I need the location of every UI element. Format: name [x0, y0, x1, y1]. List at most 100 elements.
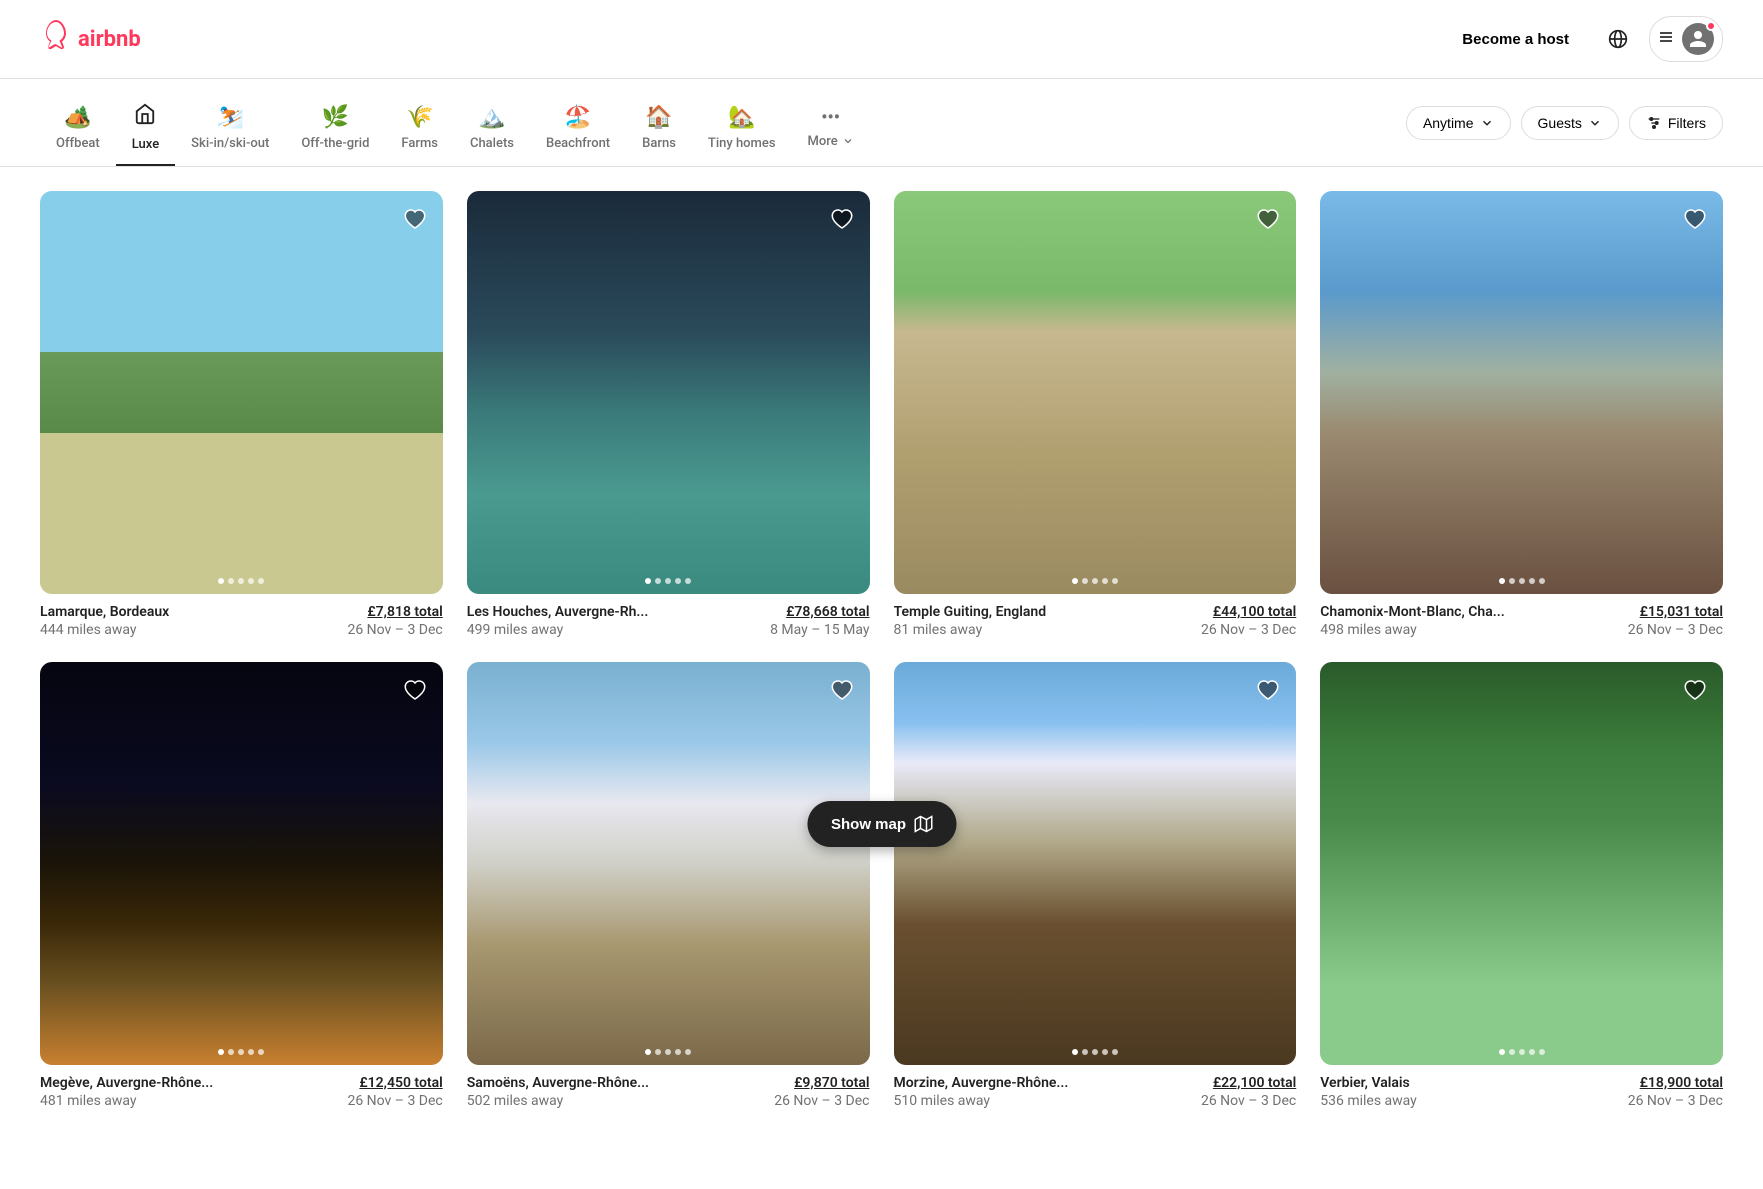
category-barns[interactable]: 🏠 Barns	[626, 93, 692, 165]
listing-distance: 499 miles away	[467, 622, 564, 638]
barns-icon: 🏠	[645, 105, 672, 130]
listing-price: £7,818 total	[367, 604, 442, 620]
become-host-button[interactable]: Become a host	[1444, 21, 1587, 58]
listing-image-wrap	[894, 662, 1297, 1065]
listing-sub-row: 498 miles away 26 Nov – 3 Dec	[1320, 622, 1723, 638]
listing-title: Morzine, Auvergne-Rhône...	[894, 1075, 1069, 1091]
anytime-button[interactable]: Anytime	[1406, 106, 1511, 140]
filters-button[interactable]: Filters	[1629, 106, 1723, 140]
carousel-dot	[655, 1049, 661, 1055]
listing-card[interactable]: Verbier, Valais £18,900 total 536 miles …	[1320, 662, 1723, 1109]
listings-grid: Lamarque, Bordeaux £7,818 total 444 mile…	[40, 191, 1723, 1109]
wishlist-button[interactable]	[399, 674, 431, 706]
listing-title-row: Lamarque, Bordeaux £7,818 total	[40, 604, 443, 620]
listing-card[interactable]: Morzine, Auvergne-Rhône... £22,100 total…	[894, 662, 1297, 1109]
listing-distance: 481 miles away	[40, 1093, 137, 1109]
wishlist-button[interactable]	[1252, 203, 1284, 235]
listing-title: Les Houches, Auvergne-Rh...	[467, 604, 649, 620]
listing-card[interactable]: Megève, Auvergne-Rhône... £12,450 total …	[40, 662, 443, 1109]
listing-title-row: Les Houches, Auvergne-Rh... £78,668 tota…	[467, 604, 870, 620]
category-ski-label: Ski-in/ski-out	[191, 136, 269, 151]
listing-card[interactable]: Samoëns, Auvergne-Rhône... £9,870 total …	[467, 662, 870, 1109]
listing-title: Samoëns, Auvergne-Rhône...	[467, 1075, 649, 1091]
listing-card[interactable]: Lamarque, Bordeaux £7,818 total 444 mile…	[40, 191, 443, 638]
listing-photo	[1320, 191, 1723, 594]
carousel-dot	[1519, 1049, 1525, 1055]
listing-distance: 498 miles away	[1320, 622, 1417, 638]
listing-image-wrap	[467, 662, 870, 1065]
listing-card[interactable]: Chamonix-Mont-Blanc, Cha... £15,031 tota…	[1320, 191, 1723, 638]
guests-label: Guests	[1538, 115, 1582, 131]
listing-dates: 26 Nov – 3 Dec	[1201, 1093, 1296, 1109]
category-tiny-homes-label: Tiny homes	[708, 136, 776, 151]
category-more-label: More	[808, 134, 854, 149]
carousel-dot	[1539, 578, 1545, 584]
category-offbeat[interactable]: 🏕️ Offbeat	[40, 93, 116, 165]
listing-info: Lamarque, Bordeaux £7,818 total 444 mile…	[40, 594, 443, 638]
carousel-dot	[1519, 578, 1525, 584]
carousel-dot	[645, 1049, 651, 1055]
carousel-dots	[218, 1049, 264, 1055]
carousel-dot	[248, 578, 254, 584]
category-more[interactable]: ••• More	[792, 95, 870, 163]
category-off-grid[interactable]: 🌿 Off-the-grid	[285, 93, 385, 165]
listing-title-row: Verbier, Valais £18,900 total	[1320, 1075, 1723, 1091]
listing-card[interactable]: Les Houches, Auvergne-Rh... £78,668 tota…	[467, 191, 870, 638]
carousel-dots	[645, 1049, 691, 1055]
carousel-dot	[238, 578, 244, 584]
carousel-dot	[1112, 578, 1118, 584]
listing-sub-row: 444 miles away 26 Nov – 3 Dec	[40, 622, 443, 638]
logo[interactable]: airbnb	[40, 19, 141, 59]
carousel-dot	[1082, 578, 1088, 584]
show-map-button[interactable]: Show map	[807, 801, 956, 847]
listing-card[interactable]: Temple Guiting, England £44,100 total 81…	[894, 191, 1297, 638]
listing-image-wrap	[40, 191, 443, 594]
listing-sub-row: 536 miles away 26 Nov – 3 Dec	[1320, 1093, 1723, 1109]
carousel-dot	[218, 578, 224, 584]
listing-info: Les Houches, Auvergne-Rh... £78,668 tota…	[467, 594, 870, 638]
map-icon	[914, 815, 932, 833]
globe-button[interactable]	[1599, 20, 1637, 58]
carousel-dot	[665, 1049, 671, 1055]
user-menu[interactable]	[1649, 16, 1723, 62]
category-nav: 🏕️ Offbeat Luxe ⛷️ Ski-in/ski-out 🌿 Off-…	[0, 79, 1763, 167]
category-farms-label: Farms	[401, 136, 438, 151]
luxe-icon	[134, 103, 156, 131]
listing-dates: 26 Nov – 3 Dec	[347, 622, 442, 638]
listing-distance: 536 miles away	[1320, 1093, 1417, 1109]
wishlist-button[interactable]	[1252, 674, 1284, 706]
listing-title-row: Temple Guiting, England £44,100 total	[894, 604, 1297, 620]
guests-button[interactable]: Guests	[1521, 106, 1619, 140]
category-farms[interactable]: 🌾 Farms	[385, 93, 454, 165]
listing-sub-row: 481 miles away 26 Nov – 3 Dec	[40, 1093, 443, 1109]
category-luxe[interactable]: Luxe	[116, 91, 175, 166]
category-ski[interactable]: ⛷️ Ski-in/ski-out	[175, 93, 285, 165]
carousel-dot	[238, 1049, 244, 1055]
listing-distance: 444 miles away	[40, 622, 137, 638]
wishlist-button[interactable]	[399, 203, 431, 235]
carousel-dot	[1529, 1049, 1535, 1055]
carousel-dot	[1092, 1049, 1098, 1055]
listing-photo	[1320, 662, 1723, 1065]
listing-distance: 510 miles away	[894, 1093, 991, 1109]
listing-photo	[40, 191, 443, 594]
listings-container: Lamarque, Bordeaux £7,818 total 444 mile…	[0, 167, 1763, 1189]
listing-image-wrap	[1320, 191, 1723, 594]
carousel-dots	[1499, 1049, 1545, 1055]
header: airbnb Become a host	[0, 0, 1763, 79]
listing-title: Verbier, Valais	[1320, 1075, 1409, 1091]
category-tiny-homes[interactable]: 🏡 Tiny homes	[692, 93, 792, 165]
listing-dates: 26 Nov – 3 Dec	[1201, 622, 1296, 638]
wishlist-button[interactable]	[1679, 674, 1711, 706]
carousel-dot	[218, 1049, 224, 1055]
airbnb-logo-icon	[40, 19, 72, 59]
category-chalets[interactable]: 🏔️ Chalets	[454, 93, 530, 165]
wishlist-button[interactable]	[1679, 203, 1711, 235]
listing-info: Verbier, Valais £18,900 total 536 miles …	[1320, 1065, 1723, 1109]
listing-photo	[467, 662, 870, 1065]
wishlist-button[interactable]	[826, 674, 858, 706]
carousel-dots	[1072, 578, 1118, 584]
wishlist-button[interactable]	[826, 203, 858, 235]
carousel-dot	[1509, 1049, 1515, 1055]
category-beachfront[interactable]: 🏖️ Beachfront	[530, 93, 626, 165]
